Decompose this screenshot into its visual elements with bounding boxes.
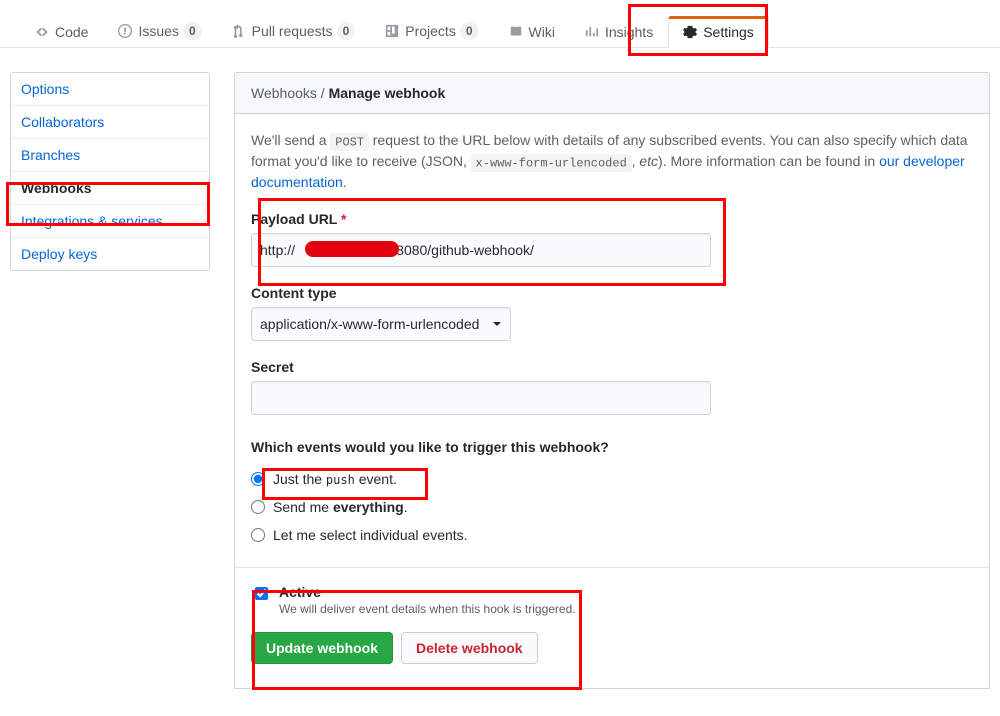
intro-text: We'll send a POST request to the URL bel… <box>251 130 973 193</box>
active-checkbox[interactable] <box>255 587 268 600</box>
content-type-group: Content type application/x-www-form-urle… <box>251 285 711 341</box>
event-push-label: Just the push event. <box>273 471 397 487</box>
secret-input[interactable] <box>251 381 711 415</box>
active-note: We will deliver event details when this … <box>279 602 576 616</box>
breadcrumb: Webhooks / Manage webhook <box>234 72 990 114</box>
event-everything-radio[interactable] <box>251 500 265 514</box>
content-type-select[interactable]: application/x-www-form-urlencoded <box>251 307 511 341</box>
secret-label: Secret <box>251 359 711 375</box>
nav-pulls-label: Pull requests <box>252 23 333 39</box>
nav-wiki-label: Wiki <box>529 24 555 40</box>
post-code: POST <box>330 133 368 152</box>
nav-issues-label: Issues <box>138 23 178 39</box>
event-push-radio[interactable] <box>251 472 265 486</box>
project-icon <box>385 24 399 38</box>
settings-menu: Options Collaborators Branches Webhooks … <box>10 72 210 271</box>
payload-url-label: Payload URL * <box>251 211 711 227</box>
nav-issues[interactable]: Issues 0 <box>103 14 216 48</box>
divider <box>235 567 989 568</box>
update-webhook-button[interactable]: Update webhook <box>251 632 393 664</box>
nav-pulls[interactable]: Pull requests 0 <box>217 14 371 48</box>
code-icon <box>35 25 49 39</box>
sidebar-item-branches[interactable]: Branches <box>11 139 209 172</box>
nav-insights-label: Insights <box>605 24 653 40</box>
gear-icon <box>683 25 697 39</box>
event-everything-label: Send me everything. <box>273 499 408 515</box>
projects-count: 0 <box>460 22 479 40</box>
event-option-everything[interactable]: Send me everything. <box>251 493 973 521</box>
sidebar-item-collaborators[interactable]: Collaborators <box>11 106 209 139</box>
nav-code-label: Code <box>55 24 88 40</box>
nav-code[interactable]: Code <box>20 16 103 48</box>
book-icon <box>509 25 523 39</box>
breadcrumb-current: Manage webhook <box>329 85 446 101</box>
sidebar-item-deploy-keys[interactable]: Deploy keys <box>11 238 209 270</box>
events-heading: Which events would you like to trigger t… <box>251 439 973 455</box>
active-label: Active <box>279 584 576 600</box>
nav-wiki[interactable]: Wiki <box>494 16 570 48</box>
main-content: Webhooks / Manage webhook We'll send a P… <box>234 72 990 689</box>
settings-sidebar: Options Collaborators Branches Webhooks … <box>10 72 210 689</box>
graph-icon <box>585 25 599 39</box>
active-group: Active We will deliver event details whe… <box>251 584 973 616</box>
event-option-individual[interactable]: Let me select individual events. <box>251 521 973 549</box>
payload-url-group: Payload URL * <box>251 211 711 267</box>
git-pull-request-icon <box>232 24 246 38</box>
required-asterisk: * <box>341 211 346 227</box>
event-option-push[interactable]: Just the push event. <box>251 465 973 493</box>
issue-icon <box>118 24 132 38</box>
nav-projects[interactable]: Projects 0 <box>370 14 493 48</box>
nav-projects-label: Projects <box>405 23 456 39</box>
sidebar-item-integrations[interactable]: Integrations & services <box>11 205 209 238</box>
sidebar-item-options[interactable]: Options <box>11 73 209 106</box>
issues-count: 0 <box>183 22 202 40</box>
nav-insights[interactable]: Insights <box>570 16 668 48</box>
event-individual-radio[interactable] <box>251 528 265 542</box>
pulls-count: 0 <box>337 22 356 40</box>
secret-group: Secret <box>251 359 711 415</box>
delete-webhook-button[interactable]: Delete webhook <box>401 632 538 664</box>
sidebar-item-webhooks[interactable]: Webhooks <box>11 172 209 205</box>
repo-nav: Code Issues 0 Pull requests 0 Projects 0… <box>0 0 1000 48</box>
content-type-label: Content type <box>251 285 711 301</box>
redacted-host <box>305 241 399 257</box>
nav-settings[interactable]: Settings <box>668 16 769 48</box>
encoding-code: x-www-form-urlencoded <box>471 154 632 173</box>
event-individual-label: Let me select individual events. <box>273 527 468 543</box>
nav-settings-label: Settings <box>703 24 754 40</box>
breadcrumb-root[interactable]: Webhooks <box>251 85 317 101</box>
